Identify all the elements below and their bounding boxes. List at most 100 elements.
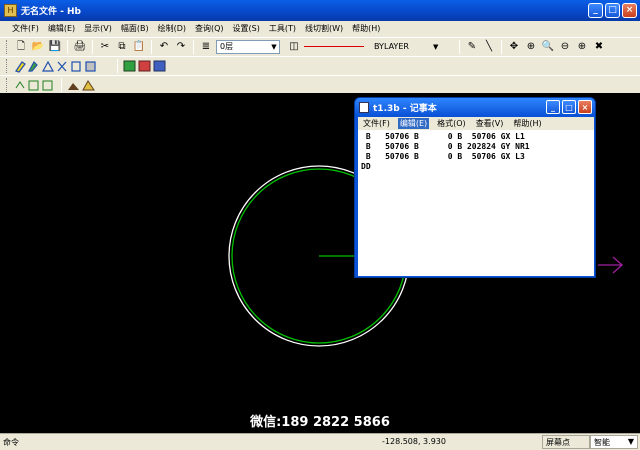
smart-mode-select[interactable]: 智能 ▼	[590, 435, 638, 449]
process-tools-icons	[68, 79, 95, 90]
close-button[interactable]: ×	[622, 3, 637, 18]
print-icon[interactable]: 🖨	[73, 40, 87, 54]
chevron-down-icon[interactable]: ▼	[433, 43, 438, 51]
layers-icon[interactable]: ≣	[199, 40, 213, 54]
menu-wirecut[interactable]: 线切割(W)	[305, 23, 343, 34]
menu-draw[interactable]: 绘制(D)	[158, 23, 186, 34]
np-menu-file[interactable]: 文件(F)	[361, 118, 392, 129]
menu-sheet[interactable]: 幅面(B)	[121, 23, 149, 34]
pan-icon[interactable]: ✥	[507, 40, 521, 54]
draw-toolbar	[0, 56, 640, 74]
copy-icon[interactable]: ⧉	[115, 40, 129, 54]
generate-tools-icons	[123, 60, 166, 71]
scissors-tool-icon	[57, 61, 67, 71]
toolbar-separator	[501, 39, 502, 54]
menu-view[interactable]: 显示(V)	[84, 23, 112, 34]
notepad-icon	[359, 101, 369, 113]
notepad-title: t1.3b - 记事本	[373, 103, 437, 114]
menu-file[interactable]: 文件(F)	[12, 23, 39, 34]
draw-tools-icons	[15, 60, 96, 73]
text-line: B 50706 B 0 B 50706 GX L3	[361, 152, 525, 161]
command-label[interactable]: 命令	[3, 437, 19, 448]
new-file-icon[interactable]: 🗋	[14, 40, 28, 54]
notepad-window-controls: _ □ ×	[546, 100, 592, 114]
line-color-swatch	[304, 46, 364, 47]
toolbar-grip[interactable]	[6, 58, 9, 73]
toolbar-separator	[92, 39, 93, 54]
path-tool-icon	[15, 80, 25, 88]
toolbar-separator	[67, 39, 68, 54]
zoom-in-icon[interactable]: 🔍	[541, 40, 555, 54]
open-folder-icon[interactable]: 📂	[31, 40, 45, 54]
text-line: B 50706 B 0 B 202824 GY NR1	[361, 142, 530, 151]
notepad-title-bar[interactable]: t1.3b - 记事本 _ □ ×	[355, 98, 595, 116]
app-icon: H	[4, 4, 17, 17]
machine-tool-icon	[68, 82, 79, 90]
menu-settings[interactable]: 设置(S)	[233, 23, 260, 34]
smart-mode-value: 智能	[594, 438, 610, 447]
wirecut-tools-icons	[15, 80, 53, 90]
notepad-text-area[interactable]: B 50706 B 0 B 50706 GX L1 B 50706 B 0 B …	[358, 130, 594, 276]
toolbar-separator	[151, 39, 152, 54]
menu-bar: 文件(F) 编辑(E) 显示(V) 幅面(B) 绘制(D) 查询(Q) 设置(S) 工具(T)…	[0, 21, 640, 36]
watermark-text: 微信:189 2822 5866	[250, 415, 390, 430]
coordinate-readout: -128.508, 3.930	[382, 437, 446, 446]
np-menu-format[interactable]: 格式(O)	[435, 118, 468, 129]
title-bar[interactable]: H 无名文件 - Hb _ □ ×	[0, 0, 640, 21]
paste-icon[interactable]: 📋	[132, 40, 146, 54]
linetype-icon[interactable]: ◫	[287, 40, 301, 54]
notepad-close-button[interactable]: ×	[578, 100, 592, 114]
toolbar-separator	[117, 58, 118, 73]
status-bar: 命令 -128.508, 3.930 屏幕点 智能 ▼	[0, 433, 640, 450]
wirecut-toolbar	[0, 75, 640, 93]
export-tool-icon	[153, 60, 166, 71]
zoom-out-icon[interactable]: ⊖	[558, 40, 572, 54]
window-title: 无名文件 - Hb	[21, 7, 81, 17]
toolbar-grip[interactable]	[6, 39, 9, 54]
chevron-down-icon[interactable]: ▼	[269, 43, 279, 51]
report-tool-icon	[138, 60, 151, 71]
notepad-minimize-button[interactable]: _	[546, 100, 560, 114]
close-view-icon[interactable]: ✖	[592, 40, 606, 54]
save-icon[interactable]: 💾	[48, 40, 62, 54]
toolbar-separator	[193, 39, 194, 54]
np-menu-help[interactable]: 帮助(H)	[511, 118, 543, 129]
direction-arrow-icon	[598, 256, 623, 274]
simulate-tool-icon	[42, 80, 53, 90]
notepad-maximize-button[interactable]: □	[562, 100, 576, 114]
block-tool-icon	[85, 60, 96, 72]
line-icon[interactable]: ╲	[482, 40, 496, 54]
app-window: H 无名文件 - Hb _ □ × 文件(F) 编辑(E) 显示(V) 幅面(B) 绘制…	[0, 0, 640, 450]
np-menu-view[interactable]: 查看(V)	[474, 118, 506, 129]
layer-select-value: 0层	[220, 42, 234, 51]
redo-icon[interactable]: ↷	[174, 40, 188, 54]
toolbar-separator	[459, 39, 460, 54]
notepad-window[interactable]: t1.3b - 记事本 _ □ × 文件(F) 编辑(E) 格式(O) 查看(V) 帮助…	[354, 97, 596, 278]
np-menu-edit[interactable]: 编辑(E)	[397, 118, 430, 129]
menu-help[interactable]: 帮助(H)	[352, 23, 380, 34]
undo-icon[interactable]: ↶	[157, 40, 171, 54]
zoom-window-icon[interactable]: ⊕	[524, 40, 538, 54]
linetype-select-value: BYLAYER	[374, 42, 409, 51]
cut-icon[interactable]: ✂	[98, 40, 112, 54]
pencil-tool-icon	[15, 60, 26, 73]
pen-icon[interactable]: ✎	[465, 40, 479, 54]
menu-query[interactable]: 查询(Q)	[195, 23, 224, 34]
standard-toolbar: 🗋 📂 💾 🖨 ✂ ⧉ 📋 ↶ ↷ ≣ 0层 ▼ ◫ BYLAYER ▼ ✎ ╲…	[0, 37, 640, 55]
run-tool-icon	[82, 79, 95, 90]
image-tool-icon	[123, 60, 136, 71]
chevron-down-icon[interactable]: ▼	[628, 437, 634, 447]
layer-select[interactable]: 0层 ▼	[216, 39, 280, 54]
maximize-button[interactable]: □	[605, 3, 620, 18]
edit-tool-icon	[27, 60, 38, 72]
linetype-select[interactable]: BYLAYER ▼	[304, 40, 454, 54]
menu-tools[interactable]: 工具(T)	[269, 23, 296, 34]
copy-tool-icon	[71, 60, 81, 72]
track-tool-icon	[28, 80, 39, 90]
snap-mode[interactable]: 屏幕点	[542, 435, 590, 449]
text-line: DD	[361, 162, 371, 171]
menu-edit[interactable]: 编辑(E)	[48, 23, 75, 34]
minimize-button[interactable]: _	[588, 3, 603, 18]
toolbar-grip[interactable]	[6, 77, 9, 92]
zoom-all-icon[interactable]: ⊕	[575, 40, 589, 54]
